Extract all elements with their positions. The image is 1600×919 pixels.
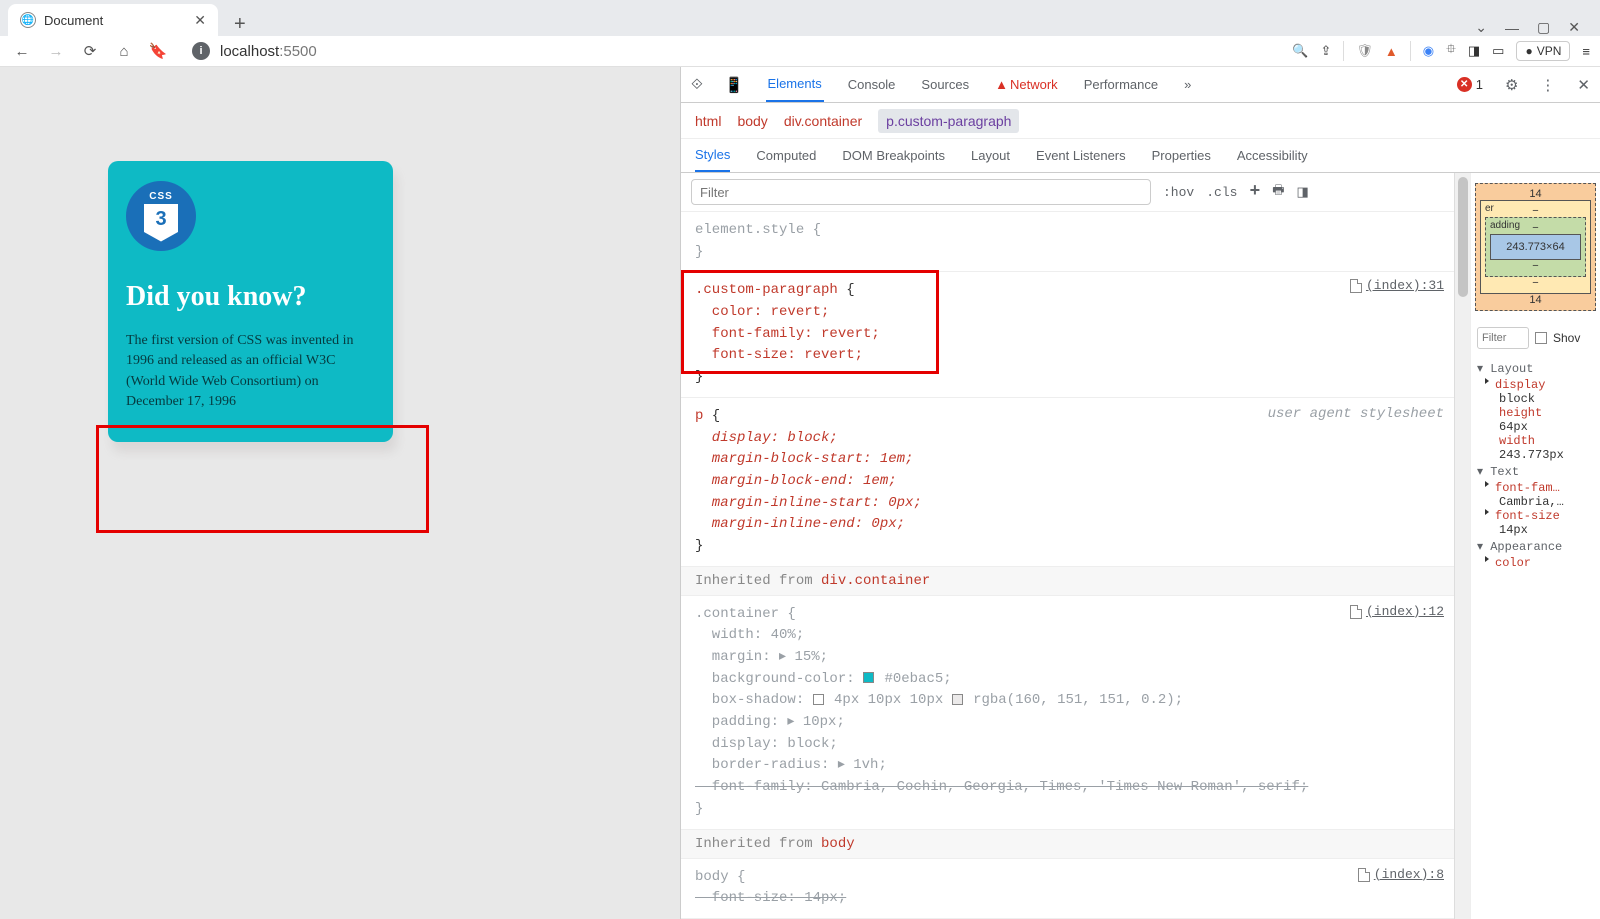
panel-tab-styles[interactable]: Styles <box>695 139 730 172</box>
rule-element-style[interactable]: element.style { } <box>681 212 1454 272</box>
kebab-menu-icon[interactable]: ⋮ <box>1540 76 1555 94</box>
card-container: CSS Did you know? The first version of C… <box>108 161 393 442</box>
browser-tab-strip: 🌐 Document ✕ + ⌄ ― ▢ ✕ <box>0 0 1600 36</box>
panel-tab-accessibility[interactable]: Accessibility <box>1237 140 1308 171</box>
computed-height[interactable]: height <box>1477 406 1594 420</box>
globe-icon: 🌐 <box>20 12 36 28</box>
home-button[interactable]: ⌂ <box>112 39 136 63</box>
devtools-panel: ⟐ 📱 Elements Console Sources ▲Network Pe… <box>680 67 1600 919</box>
computed-width[interactable]: width <box>1477 434 1594 448</box>
panel-tab-properties[interactable]: Properties <box>1152 140 1211 171</box>
box-model-content: 243.773×64 <box>1490 234 1581 260</box>
hov-toggle[interactable]: :hov <box>1163 185 1194 200</box>
extension-icon[interactable]: ◉ <box>1423 43 1434 59</box>
address-bar[interactable]: i localhost:5500 <box>180 36 1282 66</box>
puzzle-icon[interactable]: ⯐ <box>1446 40 1456 62</box>
styles-filter-input[interactable] <box>691 179 1151 205</box>
sidebar-icon[interactable]: ◨ <box>1468 43 1480 59</box>
file-icon <box>1350 279 1362 293</box>
close-tab-icon[interactable]: ✕ <box>194 12 206 29</box>
card-paragraph: The first version of CSS was invented in… <box>126 331 375 412</box>
brave-shield-icon[interactable]: 🛡 <box>1356 43 1373 59</box>
share-icon[interactable]: ⇪ <box>1320 43 1331 59</box>
styles-rules-pane: :hov .cls + 🖶 ◨ element.style { } .custo… <box>681 173 1454 919</box>
breadcrumb-body[interactable]: body <box>737 113 767 129</box>
rule-container[interactable]: .container { width: 40%; margin: ▸ 15%; … <box>681 596 1454 830</box>
styles-panel-tabs: Styles Computed DOM Breakpoints Layout E… <box>681 139 1600 173</box>
file-icon <box>1358 868 1370 882</box>
url-text: localhost:5500 <box>220 43 317 60</box>
forward-button[interactable]: → <box>44 39 68 63</box>
wallet-icon[interactable]: ▭ <box>1492 43 1504 59</box>
close-window-icon[interactable]: ✕ <box>1568 19 1580 36</box>
bookmark-icon[interactable]: 🔖 <box>146 39 170 63</box>
group-layout[interactable]: ▾ Layout <box>1477 359 1594 378</box>
brave-logo-icon[interactable]: ▲ <box>1385 44 1398 59</box>
close-devtools-icon[interactable]: ✕ <box>1577 76 1590 94</box>
device-toolbar-icon[interactable]: 📱 <box>725 76 744 94</box>
browser-tab[interactable]: 🌐 Document ✕ <box>8 4 218 36</box>
devtools-tabs: ⟐ 📱 Elements Console Sources ▲Network Pe… <box>681 67 1600 103</box>
settings-gear-icon[interactable]: ⚙ <box>1505 76 1518 94</box>
maximize-icon[interactable]: ▢ <box>1537 19 1550 36</box>
inspect-element-icon[interactable]: ⟐ <box>691 76 703 93</box>
inherited-from-body: Inherited from body <box>681 830 1454 859</box>
error-count-badge[interactable]: ✕1 <box>1457 77 1483 92</box>
back-button[interactable]: ← <box>10 39 34 63</box>
tab-console[interactable]: Console <box>846 68 898 101</box>
page-viewport: CSS Did you know? The first version of C… <box>0 67 680 919</box>
site-info-icon[interactable]: i <box>192 42 210 60</box>
group-appearance[interactable]: ▾ Appearance <box>1477 537 1594 556</box>
show-all-checkbox[interactable] <box>1535 332 1547 344</box>
inherited-from-container: Inherited from div.container <box>681 567 1454 596</box>
vpn-button[interactable]: ●VPN <box>1516 41 1570 61</box>
reload-button[interactable]: ⟳ <box>78 39 102 63</box>
tab-network[interactable]: ▲Network <box>993 68 1060 101</box>
dom-breadcrumb: html body div.container p.custom-paragra… <box>681 103 1600 139</box>
breadcrumb-selected[interactable]: p.custom-paragraph <box>878 109 1019 133</box>
rule-body[interactable]: body { font-size: 14px;(index):8 <box>681 859 1454 919</box>
minimize-icon[interactable]: ― <box>1505 20 1519 36</box>
tab-sources[interactable]: Sources <box>919 68 971 101</box>
panel-tab-dom-breakpoints[interactable]: DOM Breakpoints <box>842 140 945 171</box>
computed-font-size[interactable]: font-size <box>1477 509 1594 523</box>
url-bar: ← → ⟳ ⌂ 🔖 i localhost:5500 🔍 ⇪ 🛡 ▲ ◉ ⯐ ◨… <box>0 36 1600 67</box>
computed-color[interactable]: color <box>1477 556 1594 570</box>
cls-toggle[interactable]: .cls <box>1206 185 1237 200</box>
card-heading: Did you know? <box>126 281 375 313</box>
group-text[interactable]: ▾ Text <box>1477 462 1594 481</box>
tab-more[interactable]: » <box>1182 68 1193 101</box>
css3-logo-icon: CSS <box>126 181 196 251</box>
rule-p-ua[interactable]: p { display: block; margin-block-start: … <box>681 398 1454 567</box>
panel-tab-computed[interactable]: Computed <box>756 140 816 171</box>
computed-sidebar: 14 er − adding − 243.773×64 <box>1470 173 1600 919</box>
new-rule-icon[interactable]: + <box>1249 182 1260 202</box>
source-link-container[interactable]: (index):12 <box>1350 602 1444 622</box>
tab-title: Document <box>44 13 103 28</box>
print-icon[interactable]: 🖶 <box>1272 181 1284 203</box>
tab-elements[interactable]: Elements <box>766 67 824 102</box>
computed-filter-input[interactable] <box>1477 327 1529 349</box>
rule-custom-paragraph[interactable]: .custom-paragraph { color: revert; font-… <box>681 272 1454 397</box>
chevron-down-icon[interactable]: ⌄ <box>1475 19 1487 36</box>
breadcrumb-container[interactable]: div.container <box>784 113 862 129</box>
breadcrumb-html[interactable]: html <box>695 113 721 129</box>
source-link-body[interactable]: (index):8 <box>1358 865 1444 885</box>
file-icon <box>1350 605 1362 619</box>
computed-properties-list: ▾ Layout display block height 64px width… <box>1471 355 1600 574</box>
computed-panel-icon[interactable]: ◨ <box>1297 185 1309 200</box>
zoom-icon[interactable]: 🔍 <box>1292 43 1308 59</box>
computed-font-family[interactable]: font-fam… <box>1477 481 1594 495</box>
tab-performance[interactable]: Performance <box>1082 68 1160 101</box>
panel-tab-event-listeners[interactable]: Event Listeners <box>1036 140 1126 171</box>
computed-display[interactable]: display <box>1477 378 1594 392</box>
panel-tab-layout[interactable]: Layout <box>971 140 1010 171</box>
box-model-diagram[interactable]: 14 er − adding − 243.773×64 <box>1471 173 1600 321</box>
new-tab-button[interactable]: + <box>228 13 252 36</box>
styles-scrollbar[interactable] <box>1454 173 1470 919</box>
menu-icon[interactable]: ≡ <box>1582 44 1590 59</box>
source-link[interactable]: (index):31 <box>1350 278 1444 293</box>
